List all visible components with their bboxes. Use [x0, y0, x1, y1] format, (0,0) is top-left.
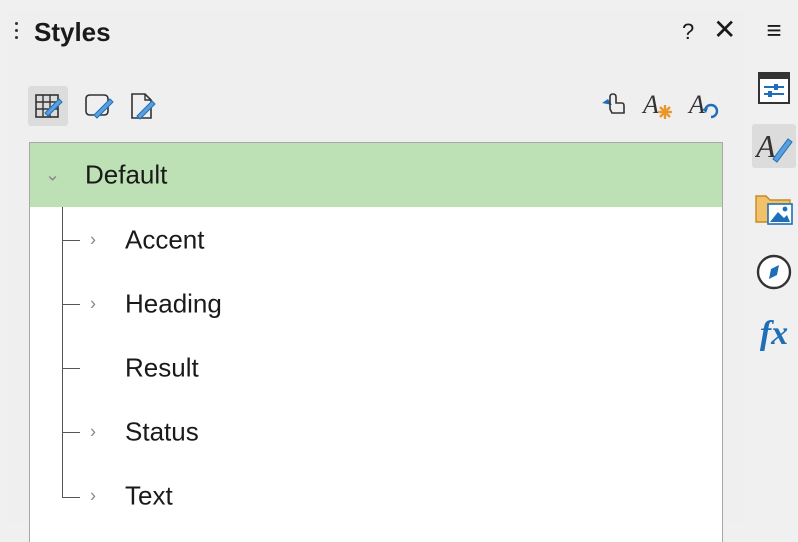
close-button[interactable]: ✕: [713, 16, 736, 44]
help-button[interactable]: ?: [682, 19, 694, 45]
fill-format-mode-icon: [602, 93, 625, 114]
tree-item-label: Text: [125, 480, 173, 511]
drag-grip-icon[interactable]: [15, 22, 19, 48]
tree-item-status[interactable]: › Status: [30, 400, 722, 464]
sidebar-tab-navigator[interactable]: [752, 250, 796, 294]
tree-item-default[interactable]: ⌄ Default: [30, 143, 722, 207]
sidebar-tab-styles[interactable]: A: [752, 124, 796, 168]
update-style-button[interactable]: A: [684, 84, 724, 124]
tree-item-result[interactable]: Result: [30, 336, 722, 400]
svg-text:A: A: [687, 90, 705, 119]
tree-item-label: Heading: [125, 288, 222, 319]
sidebar-tab-properties[interactable]: [752, 66, 796, 110]
page-styles-button[interactable]: [122, 86, 162, 126]
navigator-icon: [756, 254, 792, 290]
sidebar-menu-button[interactable]: ≡: [752, 8, 796, 52]
new-style-from-selection-icon: A: [641, 90, 672, 119]
chevron-right-icon[interactable]: ›: [90, 486, 96, 507]
tree-item-label: Accent: [125, 224, 205, 255]
tree-item-label: Result: [125, 352, 199, 383]
tree-item-text[interactable]: › Text: [30, 464, 722, 528]
gallery-icon: [755, 195, 793, 225]
page-styles-icon: [131, 93, 156, 120]
styles-icon: A: [755, 128, 793, 164]
panel-title: Styles: [34, 17, 111, 47]
sidebar-tabbar: ≡ A fx: [748, 0, 798, 522]
paragraph-styles-icon: [35, 94, 63, 118]
paragraph-styles-button[interactable]: [28, 86, 68, 126]
character-styles-icon: [85, 94, 114, 119]
new-style-button[interactable]: A: [638, 84, 678, 124]
svg-text:A: A: [641, 90, 659, 119]
update-style-icon: A: [687, 90, 719, 119]
chevron-right-icon[interactable]: ›: [90, 294, 96, 315]
fill-format-mode-button[interactable]: [592, 84, 632, 124]
character-styles-button[interactable]: [78, 86, 118, 126]
chevron-right-icon[interactable]: ›: [90, 230, 96, 251]
chevron-down-icon[interactable]: ⌄: [45, 165, 60, 186]
styles-tree: ⌄ Default › Accent › Heading Result › St…: [29, 142, 723, 542]
tree-item-label: Default: [85, 159, 168, 190]
properties-icon: [758, 72, 790, 104]
sidebar-tab-functions[interactable]: fx: [752, 312, 796, 356]
chevron-right-icon[interactable]: ›: [90, 422, 96, 443]
tree-item-label: Status: [125, 416, 199, 447]
tree-item-accent[interactable]: › Accent: [30, 208, 722, 272]
tree-item-heading[interactable]: › Heading: [30, 272, 722, 336]
sidebar-tab-gallery[interactable]: [752, 186, 796, 230]
